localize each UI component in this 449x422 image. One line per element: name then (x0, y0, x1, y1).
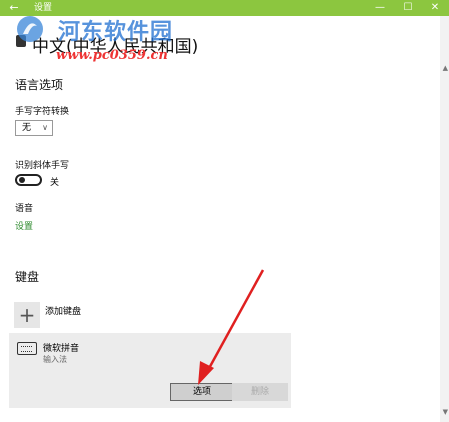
annotation-arrow (198, 269, 265, 385)
